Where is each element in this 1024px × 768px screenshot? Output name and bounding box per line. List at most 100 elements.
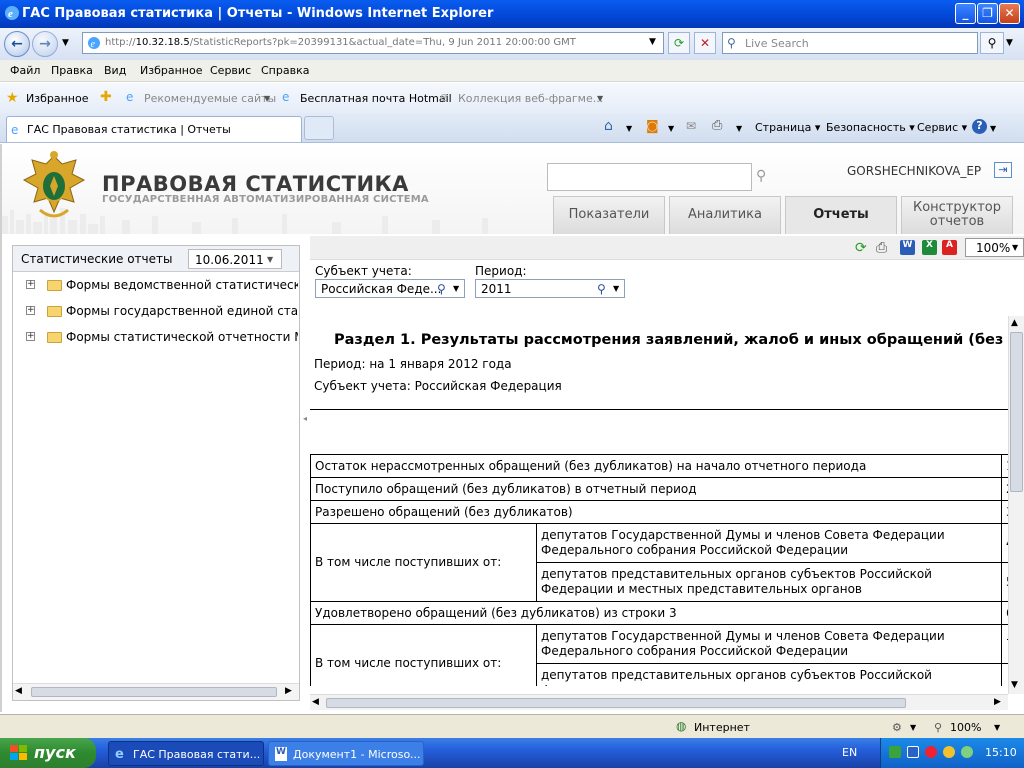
menu-help[interactable]: Справка [261, 64, 309, 77]
chevron-down-icon[interactable]: ▼ [267, 255, 273, 264]
fav-web-slice-gallery[interactable]: Коллекция веб-фрагме... [458, 92, 603, 105]
favorites-button[interactable]: Избранное [26, 92, 88, 105]
tree-item[interactable]: + Формы ведомственной статистической [13, 274, 299, 298]
back-button[interactable]: ← [4, 31, 30, 57]
search-icon[interactable]: ⚲ [437, 282, 446, 296]
export-excel-icon[interactable]: X [922, 240, 937, 255]
help-icon[interactable]: ? [972, 119, 987, 134]
address-field[interactable]: e http://10.32.18.5/StatisticReports?pk=… [82, 32, 664, 54]
tray-app-icon[interactable] [907, 746, 919, 758]
language-indicator[interactable]: EN [842, 746, 857, 759]
tree-item-label[interactable]: Формы статистической отчетности МВ, [66, 330, 298, 344]
site-search-input[interactable] [547, 163, 752, 191]
period-select[interactable]: 2011 ⚲ ▼ [475, 279, 625, 298]
tree-item-label[interactable]: Формы ведомственной статистической [66, 278, 298, 292]
menu-favorites[interactable]: Избранное [140, 64, 202, 77]
export-word-icon[interactable]: W [900, 240, 915, 255]
export-pdf-icon[interactable]: A [942, 240, 957, 255]
nav-tab-indicators[interactable]: Показатели [553, 196, 665, 234]
tree-item[interactable]: + Формы статистической отчетности МВ, [13, 326, 299, 350]
scroll-thumb[interactable] [31, 687, 277, 697]
tray-security-icon[interactable] [925, 746, 937, 758]
scroll-right-icon[interactable]: ▶ [994, 697, 1001, 707]
taskbar-item-ie[interactable]: e ГАС Правовая стати... [108, 741, 264, 766]
close-button[interactable]: ✕ [999, 3, 1020, 24]
scroll-thumb[interactable] [326, 698, 906, 708]
search-go-button[interactable]: ⚲ [980, 32, 1004, 54]
group-label: В том числе поступивших от: [310, 523, 537, 602]
scroll-up-icon[interactable]: ▲ [1011, 318, 1018, 328]
tray-alert-icon[interactable] [943, 746, 955, 758]
splitter-handle[interactable]: ◂ [303, 414, 307, 423]
minimize-button[interactable]: _ [955, 3, 976, 24]
rss-feed-icon[interactable]: ◙ [646, 119, 659, 134]
start-button[interactable]: пуск [0, 738, 96, 768]
chevron-down-icon[interactable]: ▼ [668, 124, 674, 133]
scroll-left-icon[interactable]: ◀ [15, 686, 22, 696]
command-tools[interactable]: Сервис ▾ [917, 121, 967, 134]
chevron-down-icon[interactable]: ▼ [264, 94, 270, 103]
browser-tab-active[interactable]: e ГАС Правовая статистика | Отчеты [6, 116, 302, 142]
chevron-down-icon[interactable]: ▼ [453, 284, 459, 293]
protected-mode-icon[interactable]: ⚙ [892, 721, 902, 734]
command-page[interactable]: Страница ▾ [755, 121, 820, 134]
print-icon[interactable]: ⎙ [876, 240, 891, 256]
maximize-button[interactable]: ❐ [977, 3, 998, 24]
subject-select[interactable]: Российская Феде... ⚲ ▼ [315, 279, 465, 298]
table-row: В том числе поступивших от: депутатов Го… [310, 523, 1010, 602]
chevron-down-icon[interactable]: ▼ [613, 284, 619, 293]
search-icon[interactable]: ⚲ [756, 168, 766, 184]
address-dropdown-icon[interactable]: ▼ [649, 37, 656, 47]
history-dropdown-icon[interactable]: ▼ [62, 38, 69, 48]
status-zoom[interactable]: 100% [950, 721, 981, 734]
refresh-icon[interactable]: ⟳ [668, 32, 690, 54]
nav-tab-report-builder[interactable]: Конструктор отчетов [901, 196, 1013, 234]
search-options-icon[interactable]: ▼ [1006, 38, 1013, 48]
chevron-down-icon[interactable]: ▼ [597, 94, 603, 103]
forward-button[interactable]: → [32, 31, 58, 57]
stop-icon[interactable]: ✕ [694, 32, 716, 54]
search-icon[interactable]: ⚲ [597, 282, 606, 296]
expand-icon[interactable]: + [26, 306, 35, 315]
chevron-down-icon[interactable]: ▼ [910, 723, 916, 732]
logout-icon[interactable]: ⇥ [994, 162, 1012, 178]
nav-tab-analytics[interactable]: Аналитика [669, 196, 781, 234]
scroll-left-icon[interactable]: ◀ [312, 697, 319, 707]
scroll-thumb[interactable] [1010, 332, 1023, 492]
expand-icon[interactable]: + [26, 332, 35, 341]
chevron-down-icon[interactable]: ▼ [736, 124, 742, 133]
menu-file[interactable]: Файл [10, 64, 40, 77]
horizontal-scrollbar[interactable]: ◀ ▶ [13, 683, 299, 700]
tree-item-label[interactable]: Формы государственной единой стати [66, 304, 298, 318]
tray-network-icon[interactable] [889, 746, 901, 758]
tray-volume-icon[interactable] [961, 746, 973, 758]
scroll-right-icon[interactable]: ▶ [285, 686, 292, 696]
fav-hotmail[interactable]: Бесплатная почта Hotmail [300, 92, 452, 105]
taskbar-item-word[interactable]: W Документ1 - Microso... [268, 741, 424, 766]
new-tab-button[interactable] [304, 116, 334, 140]
chevron-down-icon[interactable]: ▼ [626, 124, 632, 133]
print-icon[interactable]: ⎙ [712, 118, 722, 133]
chevron-down-icon[interactable]: ▼ [990, 124, 996, 133]
expand-icon[interactable]: + [26, 280, 35, 289]
chevron-down-icon[interactable]: ▼ [994, 723, 1000, 732]
nav-tab-reports[interactable]: Отчеты [785, 196, 897, 234]
mail-icon[interactable]: ✉ [686, 119, 696, 133]
date-select[interactable]: 10.06.2011 ▼ [188, 249, 282, 269]
tree-item[interactable]: + Формы государственной единой стати [13, 300, 299, 324]
chevron-down-icon[interactable]: ▼ [1012, 243, 1018, 252]
menu-view[interactable]: Вид [104, 64, 126, 77]
scroll-down-icon[interactable]: ▼ [1011, 680, 1018, 690]
command-safety[interactable]: Безопасность ▾ [826, 121, 915, 134]
live-search-input[interactable]: ⚲ Live Search [722, 32, 978, 54]
add-favorite-icon[interactable]: ✚ [100, 89, 112, 105]
home-icon[interactable]: ⌂ [604, 118, 613, 134]
zoom-icon[interactable]: ⚲ [934, 721, 942, 734]
horizontal-scrollbar[interactable]: ◀ ▶ [310, 694, 1008, 710]
zoom-select[interactable]: 100% ▼ [965, 238, 1024, 257]
refresh-report-icon[interactable]: ⟳ [855, 240, 870, 256]
fav-suggested-sites[interactable]: Рекомендуемые сайты [144, 92, 276, 105]
vertical-scrollbar[interactable]: ▲ ▼ [1008, 316, 1024, 694]
menu-tools[interactable]: Сервис [210, 64, 251, 77]
menu-edit[interactable]: Правка [51, 64, 93, 77]
